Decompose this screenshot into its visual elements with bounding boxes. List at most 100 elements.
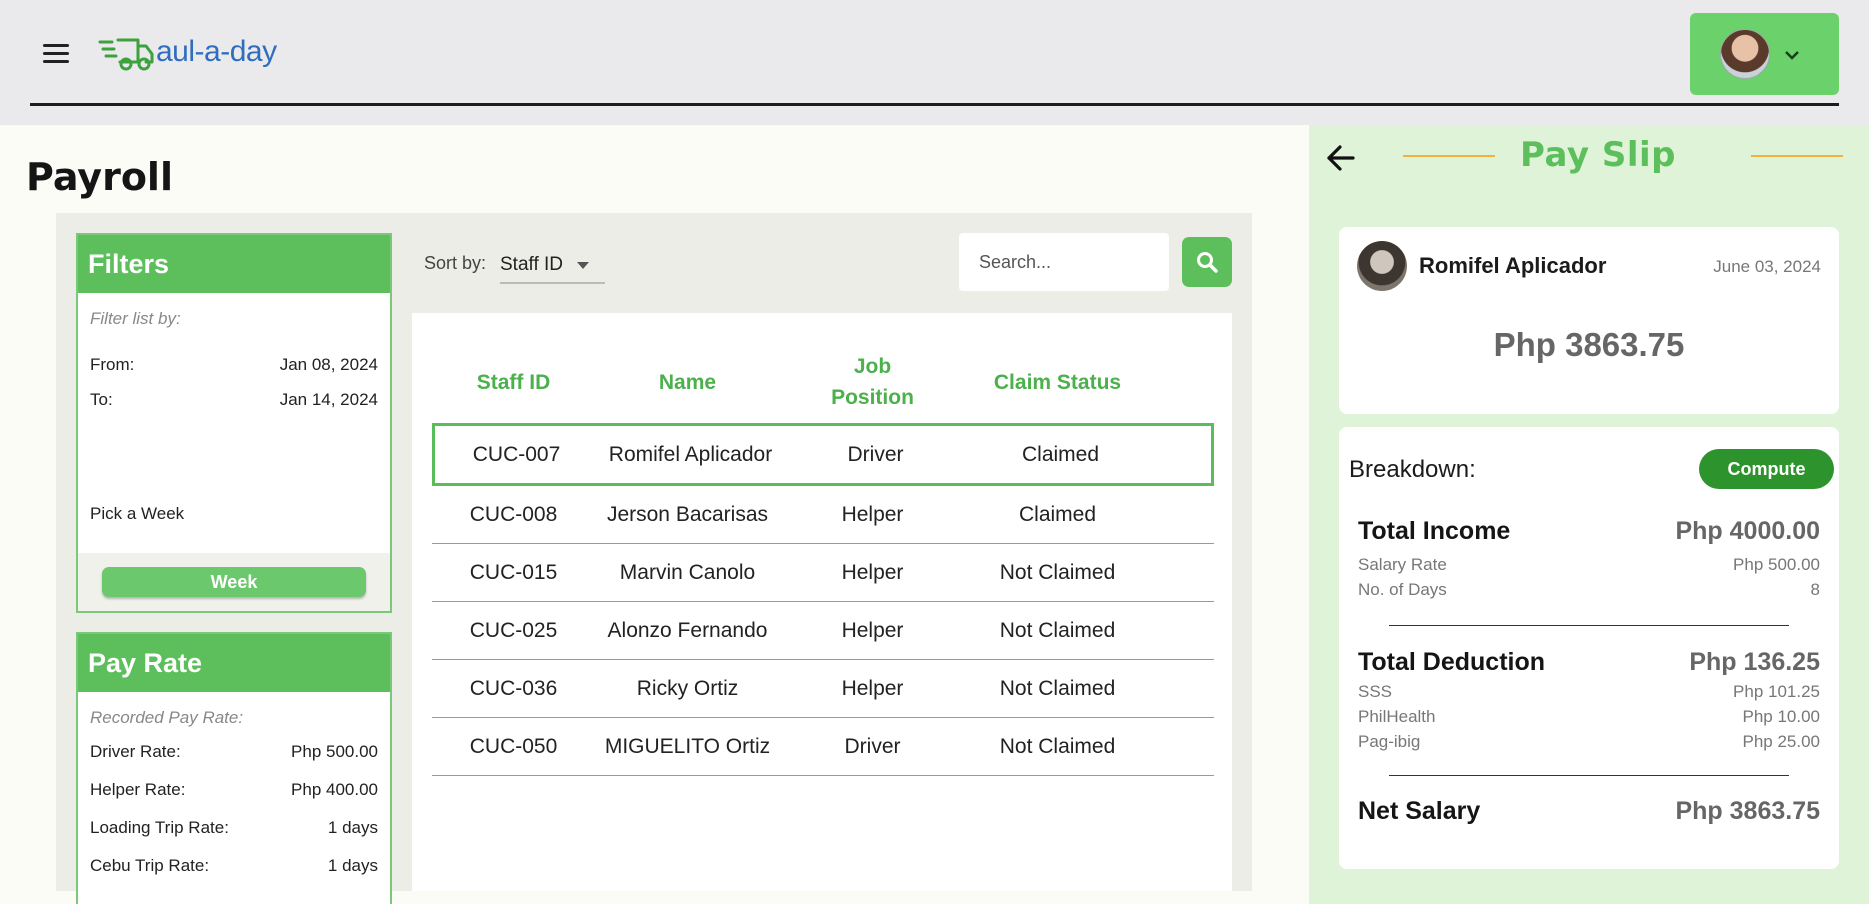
filters-hint: Filter list by: bbox=[90, 309, 181, 328]
deduction-item-value: Php 10.00 bbox=[1742, 707, 1820, 726]
cell-claim-status: Not Claimed bbox=[999, 676, 1116, 700]
search-icon bbox=[1197, 252, 1218, 273]
rate-value: Php 400.00 bbox=[291, 780, 378, 799]
employee-name: Romifel Aplicador bbox=[1419, 253, 1607, 278]
sort-value: Staff ID bbox=[500, 254, 564, 275]
column-header-staff-id[interactable]: Staff ID bbox=[432, 349, 595, 415]
cell-claim-status: Not Claimed bbox=[999, 734, 1116, 758]
rate-label: Driver Rate: bbox=[90, 742, 181, 761]
cell-job-position: Driver bbox=[847, 442, 904, 466]
from-value[interactable]: Jan 08, 2024 bbox=[280, 355, 378, 375]
app-logo[interactable]: aul-a-day bbox=[98, 30, 277, 74]
pay-rate-hint: Recorded Pay Rate: bbox=[90, 708, 244, 727]
cell-job-position: Helper bbox=[841, 676, 904, 700]
cell-name: Romifel Aplicador bbox=[608, 442, 773, 466]
cell-name: MIGUELITO Ortiz bbox=[604, 734, 771, 758]
deduction-item-label: PhilHealth bbox=[1358, 707, 1436, 726]
rate-label: Cebu Trip Rate: bbox=[90, 856, 210, 875]
rate-value: 1 days bbox=[327, 856, 378, 875]
rate-value: 1 days bbox=[327, 818, 378, 837]
column-header-claim-status[interactable]: Claim Status bbox=[965, 349, 1150, 415]
cell-job-position: Helper bbox=[841, 560, 904, 584]
job-position-text: Job Position bbox=[831, 355, 914, 409]
total-income-label: Total Income bbox=[1358, 517, 1511, 545]
cell-name: Jerson Bacarisas bbox=[606, 502, 769, 526]
cell-staff-id: CUC-015 bbox=[469, 560, 558, 584]
total-deduction-row: Total Deduction Php 136.25 bbox=[1358, 648, 1820, 677]
page-title: Payroll bbox=[26, 155, 173, 199]
income-item-label: Salary Rate bbox=[1358, 555, 1447, 574]
staff-table: Staff ID Name Job Position Claim Status … bbox=[412, 313, 1232, 891]
week-button-area: Week bbox=[78, 553, 390, 611]
truck-logo-icon bbox=[98, 38, 154, 71]
caret-down-icon bbox=[577, 261, 590, 269]
sort-select[interactable]: Staff ID bbox=[500, 248, 605, 284]
payslip-panel: Pay Slip Romifel Aplicador June 03, 2024… bbox=[1309, 125, 1869, 904]
divider bbox=[1389, 775, 1789, 776]
chevron-down-icon bbox=[1784, 45, 1800, 64]
table-row[interactable]: CUC-008 Jerson Bacarisas Helper Claimed bbox=[432, 486, 1214, 544]
from-label: From: bbox=[90, 355, 135, 374]
payslip-amount: Php 3863.75 bbox=[1493, 326, 1685, 363]
net-salary-amount: Php 3863.75 bbox=[1675, 797, 1820, 825]
income-item-value: 8 bbox=[1810, 580, 1820, 599]
filters-title: Filters bbox=[78, 235, 390, 293]
cell-claim-status: Claimed bbox=[1018, 502, 1097, 526]
sort-label: Sort by: bbox=[424, 253, 487, 273]
table-row[interactable]: CUC-036 Ricky Ortiz Helper Not Claimed bbox=[432, 660, 1214, 718]
breakdown-card: Breakdown: Compute Total Income Php 4000… bbox=[1339, 427, 1839, 869]
breakdown-label: Breakdown: bbox=[1349, 456, 1476, 483]
logo-text: aul-a-day bbox=[156, 35, 277, 68]
table-row[interactable]: CUC-050 MIGUELITO Ortiz Driver Not Claimed bbox=[432, 718, 1214, 776]
column-header-name[interactable]: Name bbox=[595, 349, 780, 415]
table-row[interactable]: CUC-007 Romifel Aplicador Driver Claimed bbox=[432, 423, 1214, 486]
income-item: Salary Rate Php 500.00 bbox=[1358, 554, 1820, 575]
rate-label: Loading Trip Rate: bbox=[90, 818, 229, 837]
total-deduction-amount: Php 136.25 bbox=[1689, 648, 1820, 676]
cell-staff-id: CUC-050 bbox=[469, 734, 558, 758]
deduction-item-value: Php 25.00 bbox=[1742, 732, 1820, 751]
week-button[interactable]: Week bbox=[102, 567, 366, 597]
deduction-item: PhilHealth Php 10.00 bbox=[1358, 706, 1820, 727]
to-row[interactable]: To: Jan 14, 2024 bbox=[78, 390, 390, 410]
to-value[interactable]: Jan 14, 2024 bbox=[280, 390, 378, 410]
search-button[interactable] bbox=[1182, 237, 1232, 287]
table-row[interactable]: CUC-025 Alonzo Fernando Helper Not Claimed bbox=[432, 602, 1214, 660]
from-row[interactable]: From: Jan 08, 2024 bbox=[78, 355, 390, 375]
cell-staff-id: CUC-036 bbox=[469, 676, 558, 700]
income-item-value: Php 500.00 bbox=[1733, 555, 1820, 574]
cell-staff-id: CUC-008 bbox=[469, 502, 558, 526]
avatar bbox=[1720, 29, 1770, 79]
pay-rate-row: Driver Rate: Php 500.00 bbox=[78, 742, 390, 762]
rate-value: Php 500.00 bbox=[291, 742, 378, 761]
column-header-job-position[interactable]: Job Position bbox=[780, 349, 965, 415]
pay-rate-row: Cebu Trip Rate: 1 days bbox=[78, 856, 390, 876]
hamburger-menu-icon[interactable] bbox=[43, 44, 69, 64]
deduction-item: SSS Php 101.25 bbox=[1358, 681, 1820, 702]
to-label: To: bbox=[90, 390, 113, 409]
search-input[interactable] bbox=[959, 233, 1169, 291]
avatar bbox=[1357, 241, 1407, 291]
deduction-item: Pag-ibig Php 25.00 bbox=[1358, 731, 1820, 752]
deduction-item-value: Php 101.25 bbox=[1733, 682, 1820, 701]
cell-claim-status: Claimed bbox=[1021, 442, 1100, 466]
income-item: No. of Days 8 bbox=[1358, 579, 1820, 600]
divider bbox=[1389, 625, 1789, 626]
table-row[interactable]: CUC-015 Marvin Canolo Helper Not Claimed bbox=[432, 544, 1214, 602]
rate-label: Helper Rate: bbox=[90, 780, 186, 799]
compute-button[interactable]: Compute bbox=[1699, 449, 1834, 489]
cell-staff-id: CUC-025 bbox=[469, 618, 558, 642]
income-item-label: No. of Days bbox=[1358, 580, 1447, 599]
payslip-date: June 03, 2024 bbox=[1713, 257, 1821, 276]
net-salary-section: Net Salary Php 3863.75 bbox=[1358, 797, 1820, 826]
payslip-title: Pay Slip bbox=[1519, 135, 1677, 175]
pick-week-label: Pick a Week bbox=[90, 504, 185, 523]
top-bar: aul-a-day bbox=[0, 0, 1869, 125]
deduction-section: Total Deduction Php 136.25 SSS Php 101.2… bbox=[1358, 648, 1820, 752]
user-menu-button[interactable] bbox=[1690, 13, 1839, 95]
pay-rate-card: Pay Rate Recorded Pay Rate: Driver Rate:… bbox=[76, 632, 392, 904]
deduction-item-label: SSS bbox=[1358, 682, 1393, 701]
cell-job-position: Helper bbox=[841, 618, 904, 642]
cell-staff-id: CUC-007 bbox=[472, 442, 561, 466]
pay-rate-row: Helper Rate: Php 400.00 bbox=[78, 780, 390, 800]
